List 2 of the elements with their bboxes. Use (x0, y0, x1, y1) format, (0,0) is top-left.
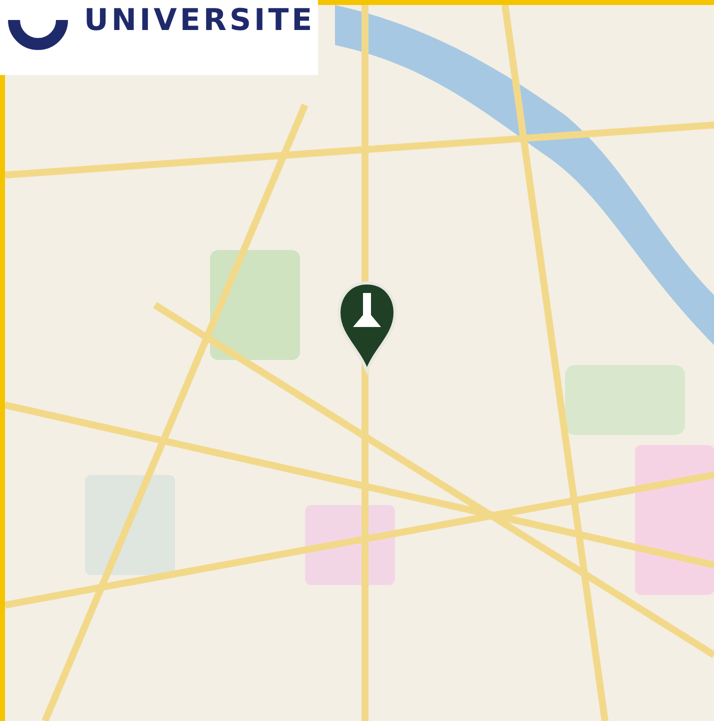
logo-text: UNIVERSITE (84, 6, 316, 36)
map-pin-icon[interactable] (335, 279, 399, 375)
